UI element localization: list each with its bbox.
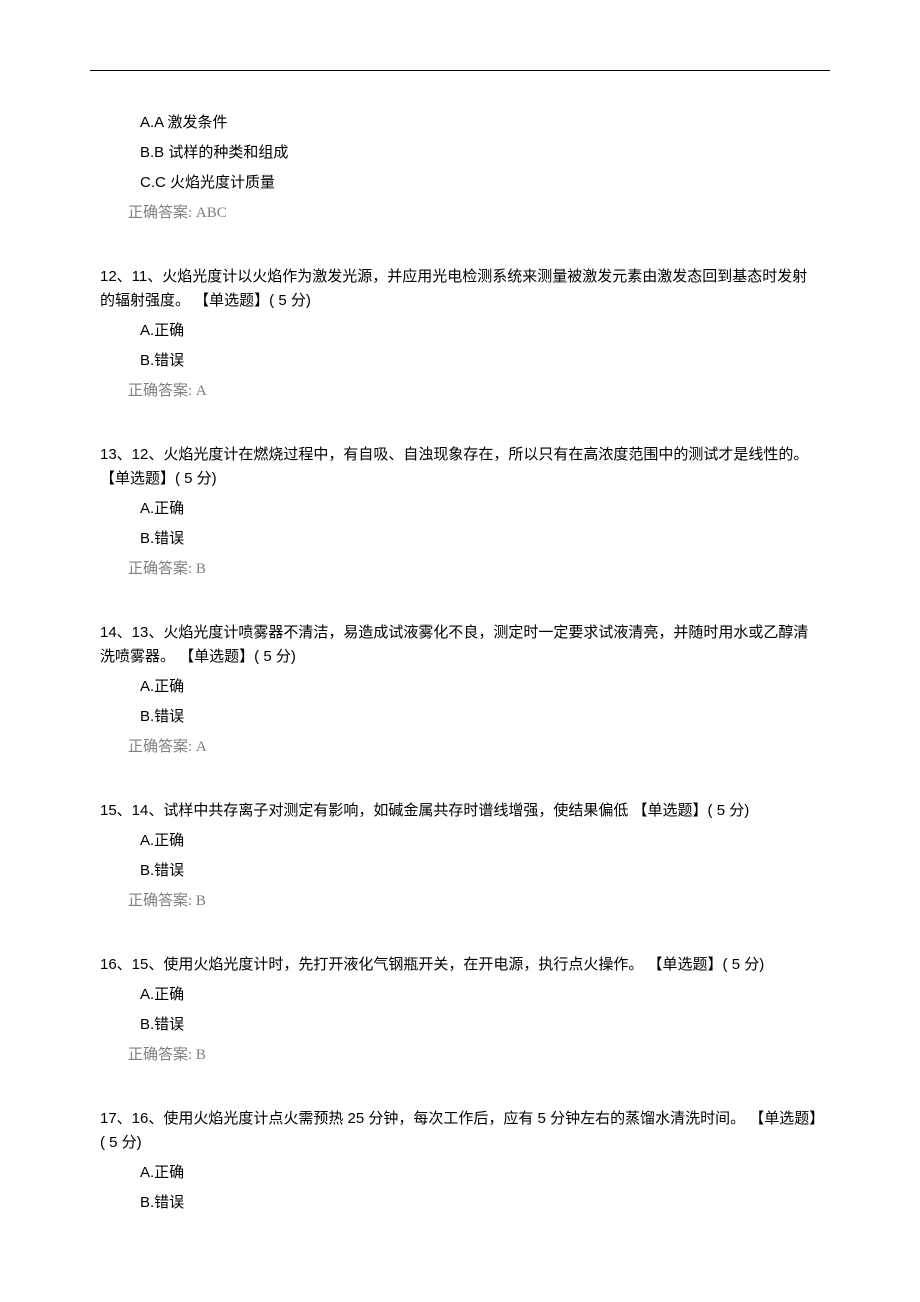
question-14: 14、13、火焰光度计喷雾器不清洁，易造成试液雾化不良，测定时一定要求试液清亮，…	[100, 621, 820, 759]
question-15-option-b: B.错误	[100, 859, 820, 883]
answer-prefix: 正确答案:	[128, 893, 192, 909]
question-16-text: 16、15、使用火焰光度计时，先打开液化气钢瓶开关，在开电源，执行点火操作。 【…	[100, 953, 820, 977]
question-17-option-b: B.错误	[100, 1191, 820, 1215]
question-14-answer: 正确答案: A	[100, 735, 820, 759]
question-15: 15、14、试样中共存离子对测定有影响，如碱金属共存时谱线增强，使结果偏低 【单…	[100, 799, 820, 913]
question-14-option-a: A.正确	[100, 675, 820, 699]
question-15-option-a: A.正确	[100, 829, 820, 853]
question-16-option-a: A.正确	[100, 983, 820, 1007]
answer-prefix: 正确答案:	[128, 739, 192, 755]
answer-prefix: 正确答案:	[128, 561, 192, 577]
question-14-option-b: B.错误	[100, 705, 820, 729]
answer-value: B	[196, 893, 206, 909]
question-12-answer: 正确答案: A	[100, 379, 820, 403]
question-16: 16、15、使用火焰光度计时，先打开液化气钢瓶开关，在开电源，执行点火操作。 【…	[100, 953, 820, 1067]
answer-prefix: 正确答案:	[128, 1047, 192, 1063]
question-12-text: 12、11、火焰光度计以火焰作为激发光源，并应用光电检测系统来测量被激发元素由激…	[100, 265, 820, 313]
answer-value: B	[196, 1047, 206, 1063]
question-13-option-b: B.错误	[100, 527, 820, 551]
question-16-answer: 正确答案: B	[100, 1043, 820, 1067]
question-13-answer: 正确答案: B	[100, 557, 820, 581]
question-17-text: 17、16、使用火焰光度计点火需预热 25 分钟，每次工作后，应有 5 分钟左右…	[100, 1107, 820, 1155]
question-15-text: 15、14、试样中共存离子对测定有影响，如碱金属共存时谱线增强，使结果偏低 【单…	[100, 799, 820, 823]
question-13-option-a: A.正确	[100, 497, 820, 521]
question-13: 13、12、火焰光度计在燃烧过程中，有自吸、自浊现象存在，所以只有在高浓度范围中…	[100, 443, 820, 581]
question-11-option-a: A.A 激发条件	[100, 111, 820, 135]
question-17: 17、16、使用火焰光度计点火需预热 25 分钟，每次工作后，应有 5 分钟左右…	[100, 1107, 820, 1215]
question-11-answer: 正确答案: ABC	[100, 201, 820, 225]
answer-prefix: 正确答案:	[128, 205, 192, 221]
answer-value: ABC	[196, 205, 227, 221]
question-15-answer: 正确答案: B	[100, 889, 820, 913]
question-11-option-c: C.C 火焰光度计质量	[100, 171, 820, 195]
answer-value: A	[196, 383, 207, 399]
question-12-option-b: B.错误	[100, 349, 820, 373]
answer-prefix: 正确答案:	[128, 383, 192, 399]
question-11-partial: A.A 激发条件 B.B 试样的种类和组成 C.C 火焰光度计质量 正确答案: …	[100, 111, 820, 225]
answer-value: B	[196, 561, 206, 577]
question-11-option-b: B.B 试样的种类和组成	[100, 141, 820, 165]
question-17-option-a: A.正确	[100, 1161, 820, 1185]
answer-value: A	[196, 739, 207, 755]
question-13-text: 13、12、火焰光度计在燃烧过程中，有自吸、自浊现象存在，所以只有在高浓度范围中…	[100, 443, 820, 491]
question-14-text: 14、13、火焰光度计喷雾器不清洁，易造成试液雾化不良，测定时一定要求试液清亮，…	[100, 621, 820, 669]
page-top-divider	[90, 70, 830, 71]
question-16-option-b: B.错误	[100, 1013, 820, 1037]
question-12-option-a: A.正确	[100, 319, 820, 343]
question-12: 12、11、火焰光度计以火焰作为激发光源，并应用光电检测系统来测量被激发元素由激…	[100, 265, 820, 403]
